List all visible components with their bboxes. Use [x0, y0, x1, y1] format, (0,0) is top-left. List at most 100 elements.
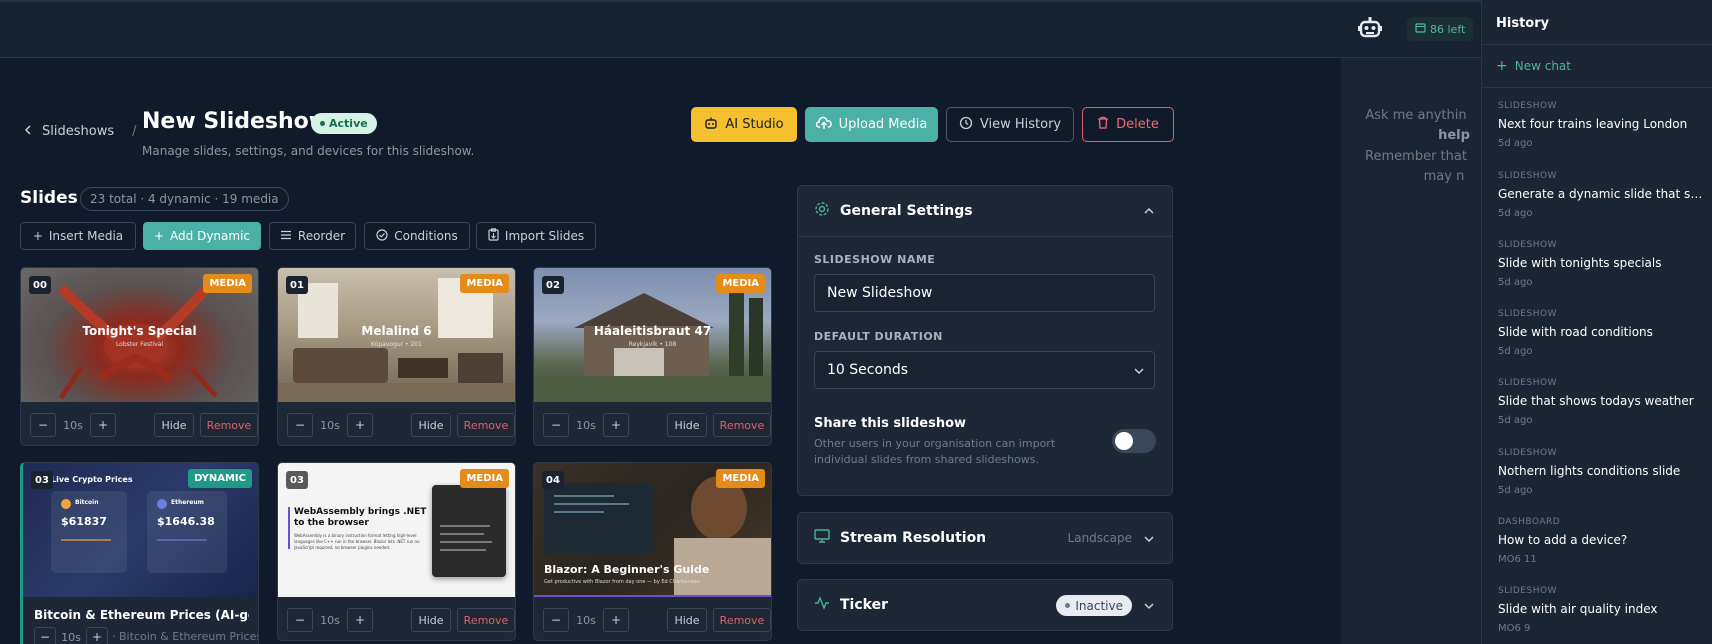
- slide-thumbnail: 01 MEDIA Melalind 6 Kópavogur • 201: [278, 268, 515, 402]
- history-item[interactable]: SLIDESHOW Nothern lights conditions slid…: [1498, 448, 1708, 496]
- history-item[interactable]: SLIDESHOW Next four trains leaving Londo…: [1498, 101, 1708, 149]
- history-item-date: 5d ago: [1498, 346, 1533, 357]
- breadcrumb-separator: /: [132, 124, 137, 139]
- view-history-button[interactable]: View History: [946, 107, 1074, 142]
- share-toggle[interactable]: [1112, 429, 1156, 453]
- share-title: Share this slideshow: [814, 416, 967, 431]
- check-circle-icon: [376, 228, 388, 244]
- import-slides-button[interactable]: Import Slides: [476, 222, 596, 250]
- chevron-down-icon: [1144, 603, 1154, 610]
- decrease-duration-button[interactable]: −: [287, 413, 313, 437]
- increase-duration-button[interactable]: +: [347, 413, 373, 437]
- slide-thumbnail: 04 MEDIA Blazor: A Beginner's Guide Get …: [534, 463, 771, 597]
- decrease-duration-button[interactable]: −: [543, 413, 569, 437]
- remove-slide-button[interactable]: Remove: [457, 413, 515, 437]
- history-item-date: 5d ago: [1498, 138, 1533, 149]
- clipboard-icon: [488, 228, 499, 244]
- slide-thumbnail: 00 MEDIA Tonight's Special Lobster Festi…: [21, 268, 258, 402]
- history-item[interactable]: SLIDESHOW Slide with tonights specials 5…: [1498, 240, 1708, 288]
- remove-slide-button[interactable]: Remove: [200, 413, 258, 437]
- remove-slide-button[interactable]: Remove: [457, 608, 515, 632]
- slide-subcaption-text: Bitcoin & Ethereum Prices: [119, 630, 259, 643]
- add-dynamic-label: Add Dynamic: [170, 229, 251, 243]
- hide-slide-button[interactable]: Hide: [411, 608, 451, 632]
- decrease-duration-button[interactable]: −: [543, 608, 569, 632]
- status-text: Active: [329, 117, 368, 130]
- slide-controls: − 10s + Hide Remove: [287, 608, 515, 632]
- general-settings-header[interactable]: General Settings: [814, 186, 973, 236]
- increase-duration-button[interactable]: +: [347, 608, 373, 632]
- slide-thumbnail: Live Crypto Prices Bitcoin $61837 Ethere…: [23, 463, 258, 597]
- history-item[interactable]: SLIDESHOW Slide that shows todays weathe…: [1498, 378, 1708, 426]
- upload-cloud-icon: [815, 116, 832, 134]
- slide-thumbnail: 02 MEDIA Háaleitisbraut 47 Reykjavík • 1…: [534, 268, 771, 402]
- delete-button[interactable]: Delete: [1082, 107, 1174, 142]
- insert-media-button[interactable]: + Insert Media: [20, 222, 136, 250]
- conditions-button[interactable]: Conditions: [364, 222, 470, 250]
- history-item[interactable]: DASHBOARD How to add a device? MO6 11: [1498, 517, 1708, 565]
- default-duration-value: 10 Seconds: [827, 362, 909, 378]
- chevron-up-icon[interactable]: [1144, 206, 1154, 216]
- slide-duration: 10s: [320, 613, 340, 627]
- history-item-name: Slide with road conditions: [1498, 325, 1653, 339]
- slide-card[interactable]: 02 MEDIA Háaleitisbraut 47 Reykjavík • 1…: [533, 267, 772, 446]
- bitcoin-icon: [61, 499, 71, 509]
- ai-studio-button[interactable]: AI Studio: [691, 107, 797, 142]
- upload-media-button[interactable]: Upload Media: [805, 107, 938, 142]
- divider: [1482, 87, 1712, 88]
- clock-icon: [959, 116, 973, 134]
- chat-intro-line: Remember that: [1365, 149, 1467, 164]
- slide-subtitle: Kópavogur • 201: [371, 341, 422, 348]
- accent-bar: [288, 507, 290, 549]
- slide-controls: − 10s + · Bitcoin & Ethereum Prices: [34, 627, 258, 644]
- slide-card[interactable]: WebAssembly brings .NET to the browser W…: [277, 462, 516, 641]
- new-chat-button[interactable]: + New chat: [1496, 58, 1571, 74]
- general-settings-panel: General Settings SLIDESHOW NAME New Slid…: [797, 185, 1173, 496]
- plus-icon: +: [1496, 58, 1508, 74]
- slide-card[interactable]: Live Crypto Prices Bitcoin $61837 Ethere…: [20, 462, 259, 644]
- slide-subtitle: Get productive with Blazor from day one …: [544, 579, 700, 585]
- remove-slide-button[interactable]: Remove: [713, 608, 771, 632]
- history-item[interactable]: SLIDESHOW Slide with air quality index M…: [1498, 586, 1708, 634]
- stream-resolution-panel[interactable]: Stream Resolution Landscape: [797, 512, 1173, 564]
- slide-subcaption: · Bitcoin & Ethereum Prices: [112, 630, 259, 643]
- increase-duration-button[interactable]: +: [603, 608, 629, 632]
- hide-slide-button[interactable]: Hide: [667, 413, 707, 437]
- increase-duration-button[interactable]: +: [86, 627, 108, 644]
- increase-duration-button[interactable]: +: [90, 413, 116, 437]
- add-dynamic-button[interactable]: + Add Dynamic: [143, 222, 261, 250]
- slide-title: Tonight's Special: [82, 324, 197, 338]
- stream-resolution-title: Stream Resolution: [840, 530, 987, 546]
- hide-slide-button[interactable]: Hide: [154, 413, 194, 437]
- slide-controls: − 10s + Hide Remove: [30, 413, 258, 437]
- slide-card[interactable]: 00 MEDIA Tonight's Special Lobster Festi…: [20, 267, 259, 446]
- code-line: [440, 525, 490, 527]
- slide-title: Blazor: A Beginner's Guide: [544, 563, 710, 576]
- history-item[interactable]: SLIDESHOW Slide with road conditions 5d …: [1498, 309, 1708, 357]
- decrease-duration-button[interactable]: −: [287, 608, 313, 632]
- chevron-down-icon: [1134, 368, 1144, 375]
- page-title: New Slideshow: [142, 109, 330, 134]
- status-dot-icon: [1065, 603, 1071, 608]
- slide-subtitle: Reykjavík • 108: [628, 341, 677, 348]
- breadcrumb: Slideshows /: [24, 124, 137, 139]
- hide-slide-button[interactable]: Hide: [411, 413, 451, 437]
- decrease-duration-button[interactable]: −: [30, 413, 56, 437]
- increase-duration-button[interactable]: +: [603, 413, 629, 437]
- view-history-label: View History: [979, 117, 1062, 132]
- slide-card[interactable]: 04 MEDIA Blazor: A Beginner's Guide Get …: [533, 462, 772, 641]
- history-item-name: How to add a device?: [1498, 533, 1628, 547]
- default-duration-select[interactable]: 10 Seconds: [814, 351, 1155, 389]
- menu-lines-icon: [280, 229, 292, 243]
- slide-card[interactable]: 01 MEDIA Melalind 6 Kópavogur • 201 − 10…: [277, 267, 516, 446]
- reorder-button[interactable]: Reorder: [269, 222, 356, 250]
- ticker-panel[interactable]: Ticker Inactive: [797, 579, 1173, 631]
- remove-slide-button[interactable]: Remove: [713, 413, 771, 437]
- decrease-duration-button[interactable]: −: [34, 627, 56, 644]
- robot-icon[interactable]: [1356, 14, 1384, 42]
- breadcrumb-slideshows-link[interactable]: Slideshows: [42, 124, 114, 139]
- slideshow-name-input[interactable]: New Slideshow: [814, 274, 1155, 312]
- slide-duration: 10s: [320, 418, 340, 432]
- hide-slide-button[interactable]: Hide: [667, 608, 707, 632]
- history-item[interactable]: SLIDESHOW Generate a dynamic slide that …: [1498, 171, 1708, 219]
